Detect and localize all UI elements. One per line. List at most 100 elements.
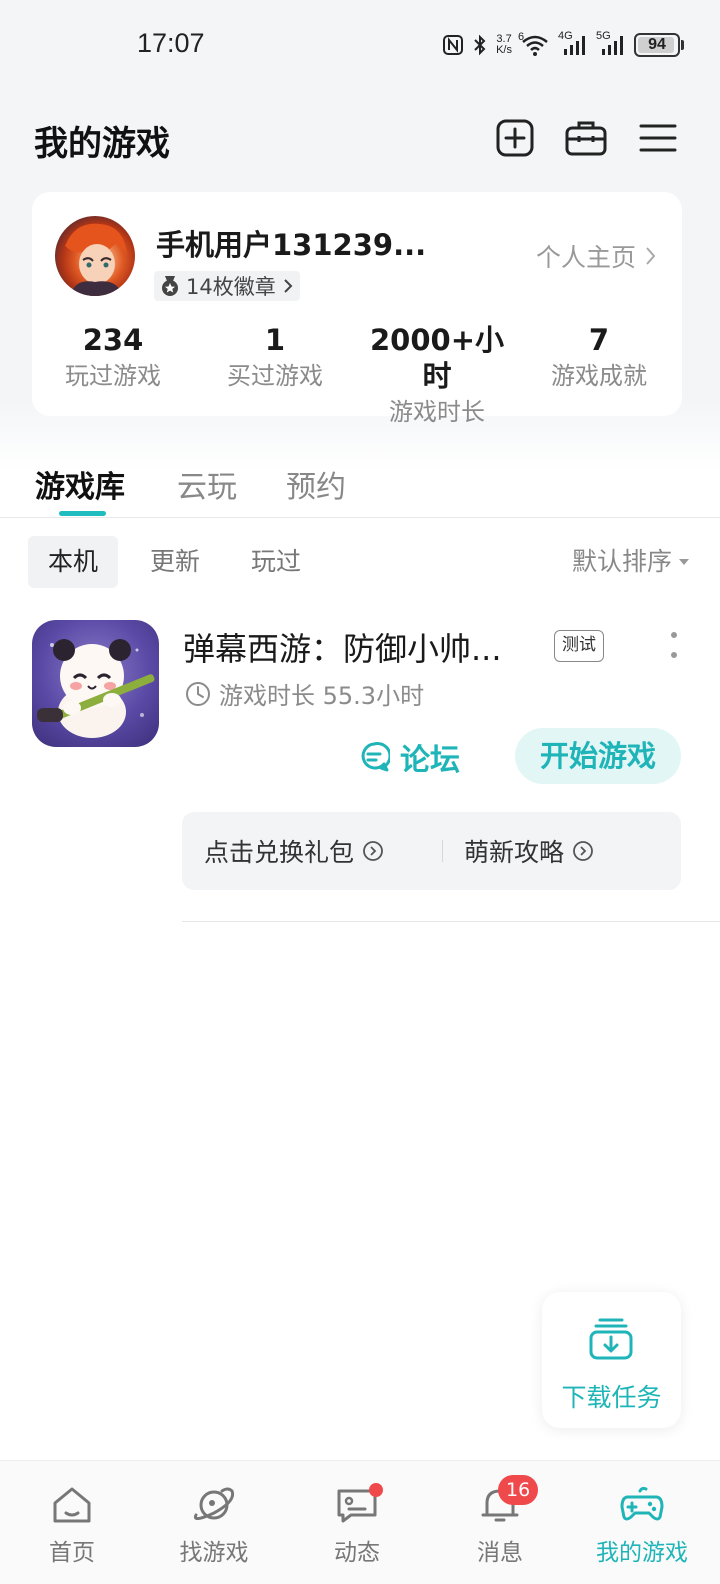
download-tasks-button[interactable]: 下载任务 [542,1292,681,1428]
signal-5g-icon: 5G [596,30,626,57]
message-count-badge: 16 [498,1475,539,1505]
page-title: 我的游戏 [34,124,170,164]
filter-played[interactable]: 玩过 [251,536,301,588]
menu-icon [639,124,677,152]
medal-icon [162,276,178,296]
profile-stats: 234 玩过游戏 1 买过游戏 2000+小时 游戏时长 7 游戏成就 [32,322,682,426]
net-speed-unit: K/s [496,44,512,56]
signal-4g-label: 4G [558,30,573,42]
chevron-right-icon [646,247,656,265]
game-title[interactable]: 弹幕西游：防御小帅... [183,624,548,670]
stat-value: 1 [264,323,286,357]
tab-reservations[interactable]: 预约 [286,462,346,506]
nav-label: 首页 [49,1540,95,1566]
clock-icon [186,681,210,706]
nav-label: 找游戏 [179,1540,249,1566]
bluetooth-icon [472,33,488,57]
stat-value: 2000+小时 [369,323,504,393]
tab-game-library[interactable]: 游戏库 [35,462,125,506]
sort-dropdown[interactable]: 默认排序 [572,536,690,588]
status-time: 17:07 [137,28,205,58]
forum-label: 论坛 [400,743,460,778]
wifi-icon: 6 [518,31,550,57]
tab-cloud-play[interactable]: 云玩 [177,462,237,506]
stat-label: 买过游戏 [227,362,323,390]
test-tag: 测试 [554,630,604,662]
avatar[interactable] [55,216,135,296]
gamepad-icon [620,1486,664,1521]
avatar-image [65,223,127,296]
game-icon[interactable] [32,620,159,747]
nav-my-games[interactable]: 我的游戏 [570,1461,714,1584]
nfc-icon [442,33,464,57]
filter-local[interactable]: 本机 [28,536,119,588]
home-icon [53,1487,91,1523]
battery-icon: 94 [634,33,684,57]
filter-bar: 本机 更新 玩过 默认排序 [0,536,720,588]
chevron-right-icon [284,279,293,293]
beginner-guide-label: 萌新攻略 [464,838,565,867]
toolbox-button[interactable] [564,116,608,160]
homepage-link[interactable]: 个人主页 [536,238,656,274]
dot [671,652,677,658]
download-tasks-label: 下载任务 [561,1383,662,1412]
game-icon-image [37,639,155,738]
nav-label: 我的游戏 [596,1540,688,1566]
add-game-button[interactable] [493,116,537,160]
caret-down-icon [679,559,689,565]
circle-arrow-icon [573,841,593,861]
stat-achievements[interactable]: 7 游戏成就 [518,322,680,394]
start-game-button[interactable]: 开始游戏 [515,728,681,784]
status-icons: 3.7 K/s 6 4G 5G 94 [442,30,684,60]
tab-bar: 游戏库 云玩 预约 [0,450,720,518]
tab-active-indicator [59,511,106,516]
username[interactable]: 手机用户131239... [156,222,426,264]
toolbox-icon [565,121,607,156]
badge-link[interactable]: 14枚徽章 [154,271,300,301]
forum-icon [361,742,390,772]
nav-label: 动态 [334,1540,380,1566]
forum-button[interactable]: 论坛 [358,730,460,784]
badge-count: 14枚徽章 [186,275,276,299]
nav-find-games[interactable]: 找游戏 [142,1461,286,1584]
signal-4g-icon: 4G [558,30,588,57]
homepage-label: 个人主页 [535,243,636,272]
beginner-guide-link[interactable]: 萌新攻略 [464,812,594,890]
playtime-text: 游戏时长 55.3小时 [219,682,425,710]
signal-5g-label: 5G [596,30,611,42]
stat-label: 玩过游戏 [65,362,161,390]
stat-bought[interactable]: 1 买过游戏 [194,322,356,394]
divider [182,921,720,922]
page-header: 我的游戏 [0,100,720,176]
game-list-item: 弹幕西游：防御小帅... 测试 游戏时长 55.3小时 论坛 开始游戏 点击兑换… [0,600,720,922]
unread-dot [369,1483,383,1497]
stat-playtime[interactable]: 2000+小时 游戏时长 [356,322,518,430]
status-bar: 17:07 3.7 K/s 6 4G 5G 94 [0,0,720,92]
menu-button[interactable] [636,116,680,160]
nav-home[interactable]: 首页 [0,1461,144,1584]
game-shortcuts: 点击兑换礼包 萌新攻略 [182,812,681,890]
divider [442,840,443,862]
game-playtime: 游戏时长 55.3小时 [185,676,424,711]
redeem-gift-link[interactable]: 点击兑换礼包 [204,812,384,890]
more-options-button[interactable] [664,630,684,660]
stat-value: 7 [588,323,610,357]
add-square-icon [496,119,534,157]
stat-label: 游戏时长 [389,398,485,426]
dot [671,632,677,638]
battery-level: 94 [648,36,666,53]
wifi-label: 6 [518,31,525,43]
filter-updates[interactable]: 更新 [150,536,200,588]
circle-arrow-icon [363,841,383,861]
bottom-nav: 首页 找游戏 动态 16 消息 我的游戏 [0,1460,720,1584]
nav-label: 消息 [477,1540,523,1566]
profile-card: 手机用户131239... 14枚徽章 个人主页 234 玩过游戏 1 买过游戏… [32,192,682,426]
download-icon [589,1318,633,1360]
nav-messages[interactable]: 16 消息 [428,1461,572,1584]
net-speed: 3.7 K/s [496,34,512,56]
redeem-gift-label: 点击兑换礼包 [204,838,355,867]
nav-feed[interactable]: 动态 [285,1461,429,1584]
stat-played[interactable]: 234 玩过游戏 [32,322,194,394]
stat-label: 游戏成就 [551,362,647,390]
sort-label: 默认排序 [571,547,672,576]
